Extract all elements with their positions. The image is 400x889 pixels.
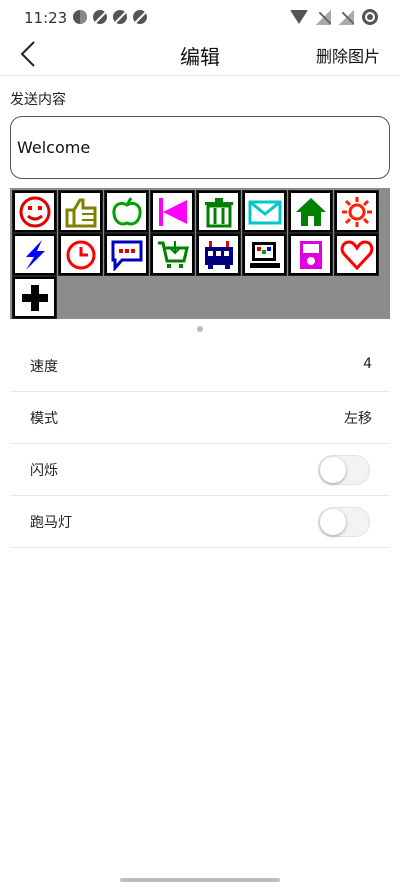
status-left-icons bbox=[73, 10, 147, 24]
shopping-cart-icon bbox=[157, 240, 189, 268]
page-indicator-dot bbox=[197, 326, 203, 332]
mode-label: 模式 bbox=[30, 411, 58, 427]
message-input[interactable]: Welcome bbox=[10, 116, 390, 179]
status-time: 11:23 bbox=[24, 9, 68, 27]
icon-cell-bus[interactable] bbox=[196, 233, 241, 276]
icon-cell-trash[interactable] bbox=[196, 190, 241, 233]
message-input-value: Welcome bbox=[17, 138, 91, 157]
status-bar: 11:23 bbox=[0, 0, 400, 34]
music-player-icon bbox=[299, 240, 322, 269]
icon-cell-flag[interactable] bbox=[150, 190, 195, 233]
speed-label: 速度 bbox=[30, 359, 58, 375]
notification-muted-icon bbox=[113, 10, 127, 24]
status-right-icons bbox=[290, 9, 378, 25]
icon-cell-music-player[interactable] bbox=[288, 233, 333, 276]
speech-bubble-icon bbox=[111, 240, 142, 271]
icon-cell-lightning[interactable] bbox=[12, 233, 57, 276]
toggle-knob bbox=[320, 457, 346, 483]
signal-off-icon bbox=[316, 9, 331, 25]
notification-muted-icon bbox=[133, 10, 147, 24]
flag-icon bbox=[158, 197, 187, 226]
icon-cell-computer[interactable] bbox=[242, 233, 287, 276]
data-saver-icon bbox=[73, 10, 87, 24]
bus-icon bbox=[204, 240, 233, 269]
icon-cell-heart[interactable] bbox=[334, 233, 379, 276]
signal-off-icon bbox=[339, 9, 354, 25]
title-bar: 编辑 删除图片 bbox=[0, 34, 400, 76]
add-icon bbox=[21, 284, 48, 311]
delete-image-button[interactable]: 删除图片 bbox=[316, 43, 380, 67]
envelope-icon bbox=[248, 200, 281, 224]
thumbs-up-icon bbox=[65, 198, 96, 227]
heart-icon bbox=[340, 239, 373, 270]
computer-icon bbox=[249, 241, 280, 268]
lightning-icon bbox=[25, 239, 45, 270]
icon-cell-apple[interactable] bbox=[104, 190, 149, 233]
home-indicator[interactable] bbox=[120, 878, 280, 882]
icon-cell-clock[interactable] bbox=[58, 233, 103, 276]
house-icon bbox=[295, 197, 326, 226]
battery-ring-icon bbox=[362, 9, 378, 25]
marquee-label: 跑马灯 bbox=[30, 515, 72, 531]
icon-cell-house[interactable] bbox=[288, 190, 333, 233]
icon-cell-shopping-cart[interactable] bbox=[150, 233, 195, 276]
blink-row: 闪烁 bbox=[10, 444, 390, 496]
wifi-icon bbox=[290, 10, 308, 24]
trash-can-icon bbox=[204, 197, 233, 227]
blink-toggle[interactable] bbox=[318, 455, 370, 485]
icon-picker-panel bbox=[10, 188, 390, 319]
marquee-toggle[interactable] bbox=[318, 507, 370, 537]
icon-cell-envelope[interactable] bbox=[242, 190, 287, 233]
apple-icon bbox=[111, 196, 142, 225]
mode-row[interactable]: 模式 左移 bbox=[10, 392, 390, 444]
speed-row[interactable]: 速度 4 bbox=[10, 340, 390, 392]
icon-cell-thumbs-up[interactable] bbox=[58, 190, 103, 233]
icon-cell-smiley[interactable] bbox=[12, 190, 57, 233]
clock-icon bbox=[66, 240, 95, 269]
icon-cell-add[interactable] bbox=[12, 276, 57, 319]
icon-cell-speech-bubble[interactable] bbox=[104, 233, 149, 276]
notification-muted-icon bbox=[93, 10, 107, 24]
icon-cell-sun[interactable] bbox=[334, 190, 379, 233]
smiley-face-icon bbox=[19, 196, 50, 227]
send-content-label: 发送内容 bbox=[10, 92, 66, 108]
mode-value: 左移 bbox=[344, 411, 372, 427]
blink-label: 闪烁 bbox=[30, 463, 58, 479]
marquee-row: 跑马灯 bbox=[10, 496, 390, 548]
speed-value: 4 bbox=[363, 356, 372, 372]
sun-icon bbox=[341, 196, 372, 227]
toggle-knob bbox=[320, 509, 346, 535]
